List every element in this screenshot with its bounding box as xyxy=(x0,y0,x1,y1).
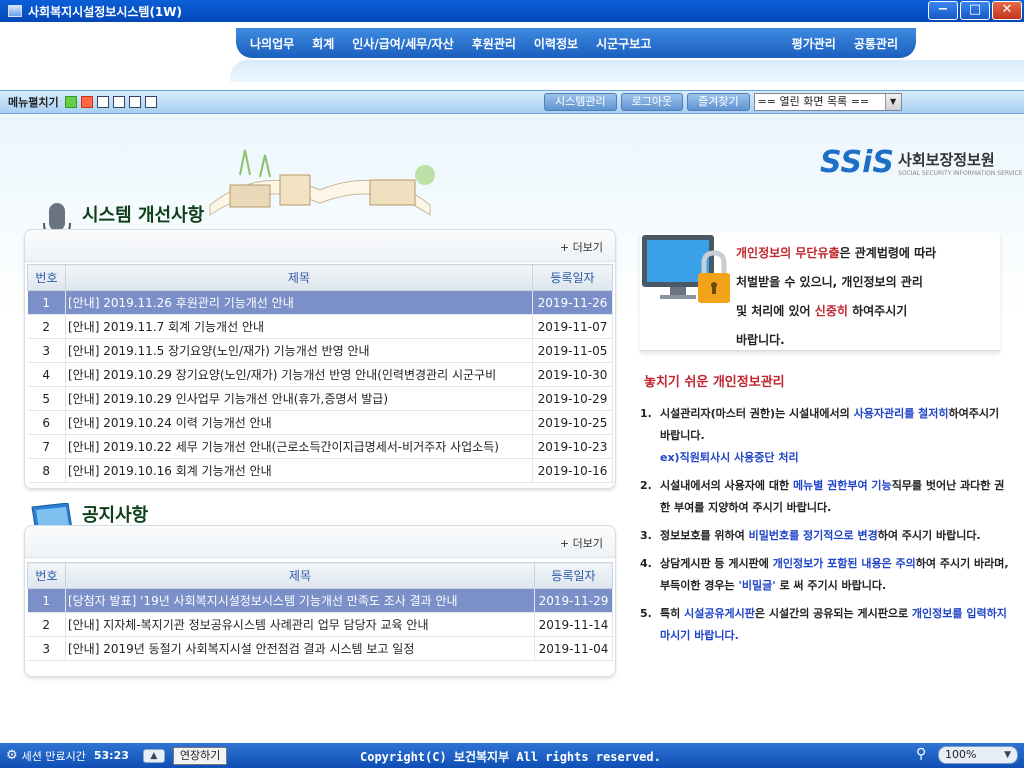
zoom-value: 100% xyxy=(945,748,977,761)
menu-sponsorship[interactable]: 후원관리 xyxy=(472,35,516,52)
privacy-tips-list: 1. 시설관리자(마스터 권한)는 시설내에서의 사용자관리를 철저히하여주시기… xyxy=(640,403,1012,653)
chevron-up-icon[interactable]: ▲ xyxy=(142,748,165,763)
notices-more-link[interactable]: + 더보기 xyxy=(560,535,603,551)
layout-single-icon[interactable] xyxy=(144,96,157,108)
top-menu-underlay xyxy=(230,60,1024,82)
notices-table: 번호 제목 등록일자 1 [당첨자 발표] '19년 사회복지시설정보시스템 기… xyxy=(27,562,613,661)
menu-evaluation[interactable]: 평가관리 xyxy=(792,35,836,52)
ssis-logo-mark: SSiS xyxy=(820,145,895,180)
col-header-number: 번호 xyxy=(27,562,66,589)
table-row[interactable]: 1 [당첨자 발표] '19년 사회복지시설정보시스템 기능개선 만족도 조사 … xyxy=(27,588,613,613)
top-menu: 나의업무 회계 인사/급여/세무/자산 후원관리 이력정보 시군구보고 평가관리… xyxy=(236,28,916,58)
menu-district-report[interactable]: 시군구보고 xyxy=(596,35,651,52)
list-item: 4. 상담게시판 등 게시판에 개인정보가 포함된 내용은 주의하여 주시기 바… xyxy=(640,557,1009,592)
menu-history[interactable]: 이력정보 xyxy=(534,35,578,52)
table-row[interactable]: 3 [안내] 2019.11.5 장기요양(노인/재가) 기능개선 반영 안내 … xyxy=(27,338,613,363)
privacy-warning-highlight: 개인정보의 무단유출 xyxy=(736,246,840,260)
minimize-button[interactable]: − xyxy=(928,1,958,20)
notices-title: 공지사항 xyxy=(82,505,149,526)
improvements-title: 시스템 개선사항 xyxy=(82,205,205,226)
layout-left-icon[interactable] xyxy=(96,96,109,108)
session-timer: 53:23 xyxy=(93,749,129,762)
table-row[interactable]: 7 [안내] 2019.10.22 세무 기능개선 안내(근로소득간이지급명세서… xyxy=(27,434,613,459)
col-header-title: 제목 xyxy=(64,562,536,589)
session-label: 세션 만료시간 xyxy=(21,749,86,763)
table-row[interactable]: 8 [안내] 2019.10.16 회계 기능개선 안내 2019-10-16 xyxy=(27,458,613,483)
table-row[interactable]: 2 [안내] 지자체-복지기관 정보공유시스템 사례관리 업무 담당자 교육 안… xyxy=(27,612,613,637)
chevron-down-icon: ▼ xyxy=(1004,750,1011,760)
notices-panel: + 더보기 번호 제목 등록일자 1 [당첨자 발표] '19년 사회복지시설정… xyxy=(24,525,616,677)
table-row[interactable]: 4 [안내] 2019.10.29 장기요양(노인/재가) 기능개선 반영 안내… xyxy=(27,362,613,387)
improvements-more-link[interactable]: + 더보기 xyxy=(560,239,603,255)
menu-common[interactable]: 공통관리 xyxy=(854,35,898,52)
system-admin-button[interactable]: 시스템관리 xyxy=(544,93,617,111)
gear-icon: ⚙ xyxy=(6,748,18,763)
window-title: 사회복지시설정보시스템(1W) xyxy=(28,4,182,19)
favorites-button[interactable]: 즐겨찾기 xyxy=(687,93,750,111)
col-header-date: 등록일자 xyxy=(532,264,613,291)
layout-cascade-icon[interactable] xyxy=(128,96,141,108)
title-bar: 사회복지시설정보시스템(1W) − □ ✕ xyxy=(0,0,1024,22)
col-header-title: 제목 xyxy=(64,264,534,291)
improvements-table: 번호 제목 등록일자 1 [안내] 2019.11.26 후원관리 기능개선 안… xyxy=(27,264,613,483)
col-header-number: 번호 xyxy=(27,264,66,291)
list-item: 5. 특히 시설공유게시판은 시설간의 공유되는 게시판으로 개인정보를 입력하… xyxy=(640,607,1007,642)
app-icon xyxy=(8,5,22,17)
logo-name-ko: 사회보장정보원 xyxy=(898,150,995,169)
toolbar: 메뉴펼치기 시스템관리 로그아웃 즐겨찾기 == 열린 화면 목록 == ▼ xyxy=(0,90,1024,114)
main-content: SSiS 사회보장정보원 SOCIAL SECURITY INFORMATION… xyxy=(0,115,1024,743)
list-item: 2. 시설내에서의 사용자에 대한 메뉴별 권한부여 기능직무를 벗어난 과다한… xyxy=(640,479,1005,514)
table-row[interactable]: 6 [안내] 2019.10.24 이력 기능개선 안내 2019-10-25 xyxy=(27,410,613,435)
monitor-lock-icon xyxy=(642,235,730,303)
menu-hr-payroll[interactable]: 인사/급여/세무/자산 xyxy=(352,35,453,52)
logo-name-en: SOCIAL SECURITY INFORMATION SERVICE xyxy=(898,169,1023,177)
status-bar: ⚙ 세션 만료시간 53:23 ▲ 연장하기 Copyright(C) 보건복지… xyxy=(0,743,1024,768)
privacy-notice: 개인정보의 무단유출은 관계법령에 따라 처벌받을 수 있으니, 개인정보의 관… xyxy=(640,233,1000,351)
table-row[interactable]: 2 [안내] 2019.11.7 회계 기능개선 안내 2019-11-07 xyxy=(27,314,613,339)
table-row[interactable]: 1 [안내] 2019.11.26 후원관리 기능개선 안내 2019-11-2… xyxy=(27,290,613,315)
table-row[interactable]: 3 [안내] 2019년 동절기 사회복지시설 안전점검 결과 시스템 보고 일… xyxy=(27,636,613,661)
table-row[interactable]: 5 [안내] 2019.10.29 인사업무 기능개선 안내(휴가,증명서 발급… xyxy=(27,386,613,411)
menu-accounting[interactable]: 회계 xyxy=(312,35,334,52)
menu-my-work[interactable]: 나의업무 xyxy=(250,35,294,52)
list-item: 1. 시설관리자(마스터 권한)는 시설내에서의 사용자관리를 철저히하여주시기… xyxy=(640,407,1000,464)
zoom-select[interactable]: 100% ▼ xyxy=(938,746,1018,764)
top-menu-area: 나의업무 회계 인사/급여/세무/자산 후원관리 이력정보 시군구보고 평가관리… xyxy=(0,22,1024,84)
logout-button[interactable]: 로그아웃 xyxy=(620,93,684,111)
menu-toggle-label: 메뉴펼치기 xyxy=(8,96,59,109)
search-icon: ⚲ xyxy=(916,746,927,762)
tips-title: 놓치기 쉬운 개인정보관리 xyxy=(644,375,785,390)
extend-session-button[interactable]: 연장하기 xyxy=(172,746,228,765)
chevron-down-icon: ▼ xyxy=(884,94,901,110)
up-arrow-icon[interactable] xyxy=(80,96,93,108)
open-screens-select[interactable]: == 열린 화면 목록 == ▼ xyxy=(753,93,902,111)
ssis-logo: SSiS 사회보장정보원 SOCIAL SECURITY INFORMATION… xyxy=(820,145,1023,180)
improvements-panel: + 더보기 번호 제목 등록일자 1 [안내] 2019.11.26 후원관리 … xyxy=(24,229,616,489)
list-item: 3. 정보보호를 위하여 비밀번호를 정기적으로 변경하여 주시기 바랍니다. xyxy=(640,529,981,542)
open-screens-value: == 열린 화면 목록 == xyxy=(757,95,870,108)
copyright-text: Copyright(C) 보건복지부 All rights reserved. xyxy=(360,750,661,764)
maximize-button[interactable]: □ xyxy=(960,1,990,20)
books-illustration xyxy=(209,149,435,216)
play-icon[interactable] xyxy=(64,96,77,108)
layout-split-icon[interactable] xyxy=(112,96,125,108)
close-button[interactable]: ✕ xyxy=(992,1,1022,20)
col-header-date: 등록일자 xyxy=(534,562,613,589)
